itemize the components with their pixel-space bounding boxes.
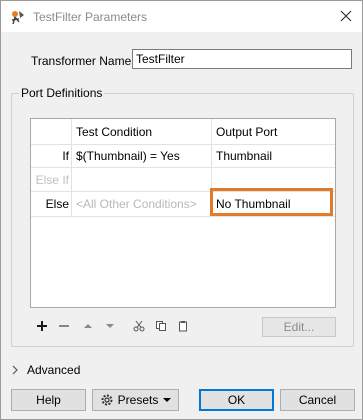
advanced-section-toggle[interactable]: Advanced [11,361,211,379]
row-label-if: If [62,149,69,163]
title-bar[interactable]: TestFilter Parameters [1,1,362,32]
condition-cell-placeholder: <All Other Conditions> [76,197,197,211]
output-port-cell[interactable] [216,173,326,189]
port-definitions-title: Port Definitions [19,86,105,100]
dialog-window: TestFilter Parameters Transformer Name: … [0,0,363,420]
condition-cell[interactable]: $(Thumbnail) = Yes [76,149,180,163]
row-label-else-if: Else If [35,173,69,187]
edit-button[interactable]: Edit... [262,317,336,337]
move-up-button[interactable] [77,314,99,338]
highlight-box [210,188,333,216]
condition-cell[interactable] [76,173,206,189]
scissors-icon [133,320,145,332]
minus-icon [59,325,69,327]
presets-label: Presets [117,393,159,407]
triangle-up-icon [84,324,92,328]
paste-button[interactable] [172,314,194,338]
transformer-name-label: Transformer Name: [31,54,135,68]
copy-icon [156,321,166,331]
transformer-name-input[interactable] [132,49,352,69]
move-down-button[interactable] [99,314,121,338]
plus-icon [37,321,47,331]
grid-line [31,216,335,217]
transformer-app-icon [11,11,24,25]
close-icon[interactable] [338,8,354,24]
triangle-down-icon [106,324,114,328]
caret-down-icon [163,398,172,402]
row-label-else: Else [45,197,69,211]
chevron-right-icon [12,365,18,375]
cut-button[interactable] [128,314,150,338]
header-output-port: Output Port [216,125,278,139]
gear-icon [101,394,113,406]
ok-button[interactable]: OK [199,389,274,411]
add-row-button[interactable] [31,314,53,338]
header-test-condition: Test Condition [76,125,153,139]
window-title: TestFilter Parameters [33,10,148,24]
clipboard-icon [179,321,187,332]
presets-button[interactable]: Presets [92,389,179,411]
grid-line [31,144,335,145]
cancel-button[interactable]: Cancel [280,389,355,411]
grid-line [71,119,72,216]
grid-line [31,167,335,168]
copy-button[interactable] [150,314,172,338]
remove-row-button[interactable] [53,314,75,338]
advanced-label: Advanced [27,363,81,377]
help-button[interactable]: Help [11,389,86,411]
output-port-cell[interactable]: Thumbnail [216,149,272,163]
